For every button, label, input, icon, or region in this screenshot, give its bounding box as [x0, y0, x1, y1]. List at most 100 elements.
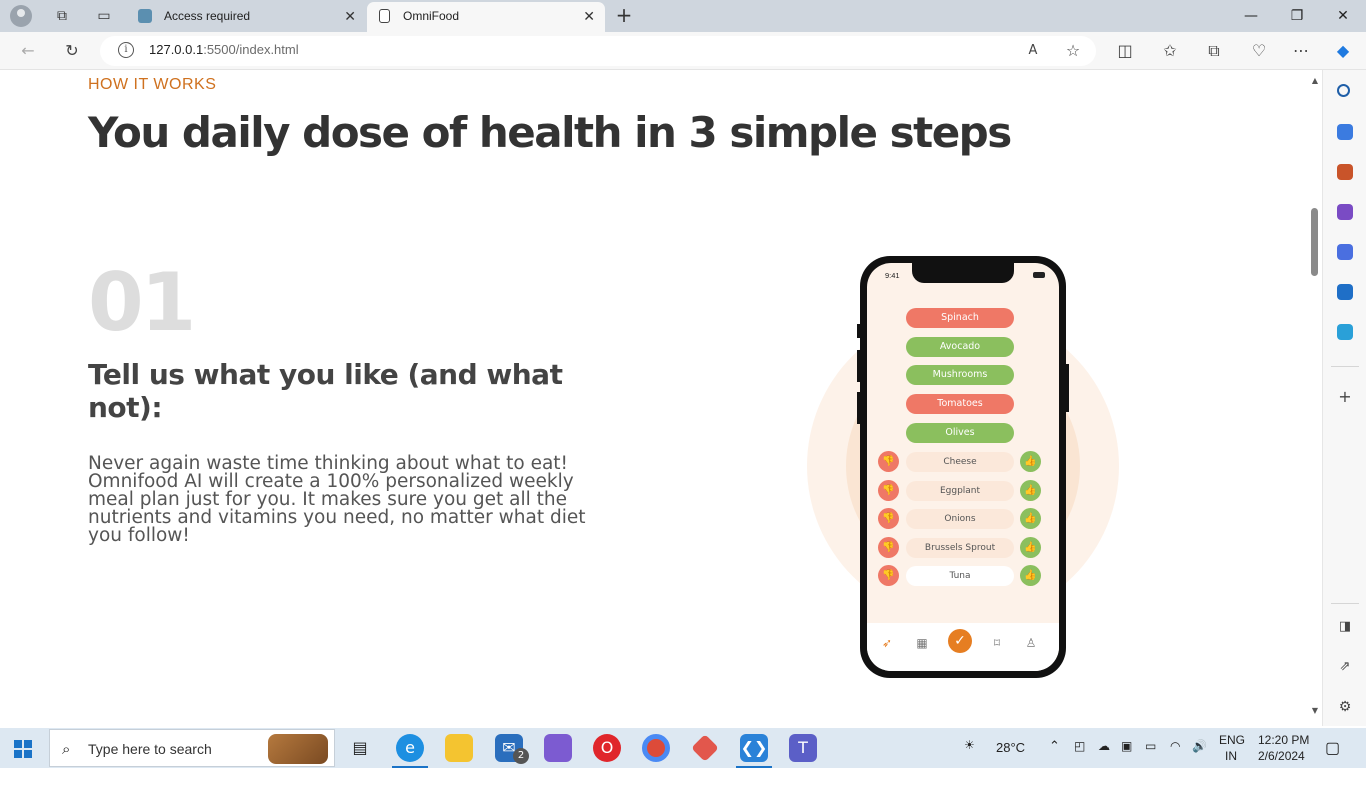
status-icons — [1019, 272, 1045, 278]
site-info-icon[interactable]: i — [118, 42, 134, 58]
close-tab-icon[interactable]: ✕ — [583, 2, 595, 30]
scrollbar-thumb[interactable] — [1311, 208, 1318, 276]
user-icon: ♙ — [1025, 636, 1037, 650]
tab-label: Access required — [164, 9, 251, 23]
cloud-icon[interactable]: ☁ — [1098, 739, 1110, 779]
search-highlight-image — [268, 734, 328, 764]
search-icon[interactable] — [1337, 84, 1350, 97]
clock-date[interactable]: 2/6/2024 — [1258, 749, 1305, 789]
sidebar-settings-gear-icon[interactable]: ⚙ — [1334, 696, 1356, 718]
rate-food-tuna: Tuna — [906, 566, 1014, 586]
favorite-star-icon[interactable]: ☆ — [1062, 40, 1084, 62]
rate-food-brussels-sprout: Brussels Sprout — [906, 538, 1014, 558]
app-phone-mockup: 9:41 Spinach Avocado Mushrooms Tomatoes … — [857, 256, 1069, 678]
new-tab-button[interactable]: + — [612, 4, 636, 28]
page-favicon-icon — [379, 9, 390, 23]
app-tab-bar: ➶ ▦ ✓ ⌑ ♙ — [867, 623, 1059, 671]
food-pill-mushrooms: Mushrooms — [906, 365, 1014, 385]
food-pill-spinach: Spinach — [906, 308, 1014, 328]
restore-button[interactable]: ❐ — [1274, 0, 1320, 32]
add-sidebar-app-icon[interactable]: + — [1334, 386, 1356, 408]
games-icon[interactable] — [1337, 204, 1353, 220]
taskbar-search-box[interactable]: ⌕ Type here to search — [49, 729, 335, 767]
thumbs-down-icon: 👎 — [878, 537, 899, 558]
open-external-icon[interactable]: ⇗ — [1334, 656, 1356, 678]
opera-icon[interactable]: O — [593, 734, 621, 762]
tools-icon[interactable] — [1337, 164, 1353, 180]
phone-side-button — [857, 324, 860, 338]
read-aloud-icon[interactable]: A — [1022, 40, 1044, 62]
address-bar[interactable]: i 127.0.0.1:5500/index.html A ☆ — [100, 36, 1096, 66]
show-hidden-icons-icon[interactable]: ⌃ — [1049, 738, 1060, 778]
site-favicon-icon — [138, 9, 152, 23]
collections-icon[interactable]: ⧉ — [1203, 40, 1225, 62]
minimize-button[interactable]: — — [1228, 0, 1274, 32]
windows-taskbar: ⌕ Type here to search ▤ e ✉ 2 O ❮❯ T ☀ 2… — [0, 728, 1366, 768]
git-tool-icon[interactable] — [691, 734, 719, 762]
scroll-up-arrow-icon[interactable]: ▲ — [1310, 76, 1320, 85]
status-time: 9:41 — [885, 271, 900, 280]
region-code[interactable]: IN — [1225, 749, 1237, 789]
search-placeholder: Type here to search — [88, 741, 212, 757]
close-window-button[interactable]: ✕ — [1320, 0, 1366, 32]
split-screen-icon[interactable]: ◫ — [1114, 40, 1136, 62]
tab-label: OmniFood — [403, 9, 460, 23]
close-tab-icon[interactable]: ✕ — [344, 2, 356, 30]
thumbs-down-icon: 👎 — [878, 451, 899, 472]
weather-temp[interactable]: 28°C — [996, 740, 1025, 780]
windows-start-icon[interactable] — [14, 740, 32, 758]
tab-access-required[interactable]: Access required ✕ — [128, 2, 366, 32]
favorites-icon[interactable]: ✩ — [1159, 40, 1181, 62]
search-icon: ⌕ — [62, 740, 71, 758]
file-explorer-icon[interactable] — [445, 734, 473, 762]
microsoft-365-icon[interactable] — [1337, 244, 1353, 260]
tray-app-icon[interactable]: ▣ — [1121, 739, 1132, 779]
weather-icon[interactable]: ☀ — [964, 738, 975, 778]
browser-tab-strip: ⧉ ▭ Access required ✕ OmniFood ✕ + — ❐ ✕ — [0, 0, 1366, 32]
profile-icon[interactable] — [10, 5, 32, 27]
thumbs-down-icon: 👎 — [878, 480, 899, 501]
copilot-app-icon[interactable] — [544, 734, 572, 762]
copilot-icon[interactable]: ◆ — [1332, 40, 1354, 62]
section-subheading: HOW IT WORKS — [88, 76, 217, 93]
edge-browser-icon[interactable]: e — [396, 734, 424, 762]
battery-icon[interactable]: ▭ — [1145, 739, 1156, 779]
phone-side-button — [857, 350, 860, 382]
url-text[interactable]: 127.0.0.1:5500/index.html — [149, 42, 299, 57]
scroll-down-arrow-icon[interactable]: ▼ — [1310, 706, 1320, 715]
hide-sidebar-icon[interactable]: ◨ — [1334, 616, 1356, 638]
teams-icon[interactable]: T — [789, 734, 817, 762]
page-scrollbar[interactable]: ▲ ▼ — [1308, 70, 1322, 726]
workspaces-icon[interactable]: ⧉ — [52, 6, 72, 26]
rate-food-eggplant: Eggplant — [906, 481, 1014, 501]
task-view-icon[interactable]: ▤ — [346, 734, 374, 762]
drop-icon[interactable] — [1337, 324, 1353, 340]
tray-app-icon[interactable]: ◰ — [1074, 739, 1085, 779]
phone-side-button — [857, 392, 860, 424]
back-button[interactable]: ← — [17, 40, 39, 62]
food-pill-olives: Olives — [906, 423, 1014, 443]
food-pill-avocado: Avocado — [906, 337, 1014, 357]
wifi-icon[interactable]: ◠ — [1170, 739, 1180, 779]
volume-icon[interactable]: 🔊 — [1192, 739, 1207, 779]
tab-omnifood[interactable]: OmniFood ✕ — [367, 2, 605, 32]
shopping-icon[interactable] — [1337, 124, 1353, 140]
settings-more-icon[interactable]: ⋯ — [1290, 40, 1312, 62]
check-icon: ✓ — [948, 629, 972, 653]
tab-actions-icon[interactable]: ▭ — [94, 6, 114, 26]
step-description: Never again waste time thinking about wh… — [88, 453, 586, 546]
browser-essentials-icon[interactable]: ♡ — [1248, 40, 1270, 62]
mail-badge: 2 — [513, 748, 529, 764]
thumbs-up-icon: 👍 — [1020, 508, 1041, 529]
browser-toolbar: ← ↻ i 127.0.0.1:5500/index.html A ☆ ◫ ✩ … — [0, 32, 1366, 70]
vscode-icon[interactable]: ❮❯ — [740, 734, 768, 762]
url-path: :5500/index.html — [203, 42, 299, 57]
edge-sidebar: + ◨ ⇗ ⚙ — [1322, 70, 1366, 726]
phone-side-button — [1066, 364, 1069, 412]
notification-icon[interactable]: ▢ — [1325, 738, 1340, 778]
refresh-button[interactable]: ↻ — [61, 40, 83, 62]
outlook-icon[interactable] — [1337, 284, 1353, 300]
url-host: 127.0.0.1 — [149, 42, 204, 57]
chrome-icon[interactable] — [642, 734, 670, 762]
thumbs-down-icon: 👎 — [878, 565, 899, 586]
